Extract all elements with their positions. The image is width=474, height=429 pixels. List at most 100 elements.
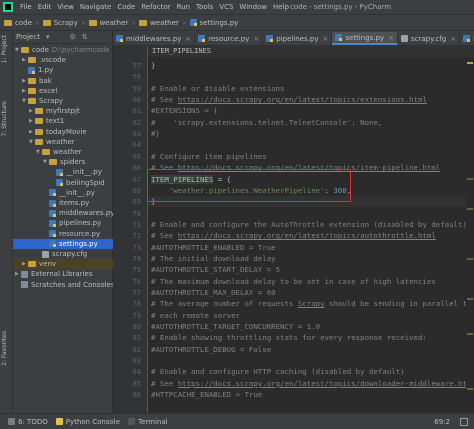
code-line[interactable]: #HTTPCACHE_ENABLED = True [151,389,262,400]
editor-tab[interactable]: scrapy.cfg × [398,32,461,45]
tool-tab-structure[interactable]: 7: Structure [1,101,8,137]
stripe-marker[interactable] [467,178,473,180]
tree-item[interactable]: resource.py [43,229,100,239]
stripe-marker[interactable] [467,62,473,64]
code-line[interactable]: #AUTOTHROTTLE_MAX_DELAY = 60 [151,287,276,298]
error-stripe[interactable] [466,58,474,413]
tree-item[interactable]: ▶ bak [22,76,52,86]
code-token: # See [151,378,178,388]
breadcrumb-item[interactable]: settings.py [186,19,238,27]
code-line[interactable]: # each remote server [151,310,240,321]
code-token: # See [151,95,178,105]
code-line[interactable]: # The maximum download delay to be set i… [151,276,436,287]
todo-tool-button[interactable]: 6: TODO [8,418,48,426]
editor-tab[interactable]: resource.py × [195,32,264,45]
breadcrumb-item[interactable]: weather › [85,19,135,27]
code-line[interactable]: # The initial download delay [151,253,276,264]
stripe-marker[interactable] [467,333,473,335]
menu-edit[interactable]: Edit [35,3,55,11]
tool-tab-favorites[interactable]: 2: Favorites [1,331,8,366]
editor-breadcrumb[interactable]: ITEM_PIPELINES [148,46,474,57]
breadcrumb-item[interactable]: Scrapy › [39,19,85,27]
code-line[interactable]: # See https://docs.scrapy.org/en/latest/… [151,378,474,389]
terminal-tool-button[interactable]: Terminal [128,418,168,426]
editor-tab[interactable]: pipelines.py × [263,32,333,45]
editor-tab[interactable]: settings.py × [332,32,398,45]
code-line[interactable]: # Enable and configure the AutoThrottle … [151,219,467,230]
code-line[interactable]: # See https://docs.scrapy.org/en/latest/… [151,230,436,241]
code-line[interactable]: #} [151,128,160,139]
tree-item[interactable]: __init__.py [50,167,102,177]
tree-item[interactable]: ▼ weather [29,137,75,147]
tree-item[interactable]: ▶ myfirstpjt [29,106,80,116]
tree-item[interactable]: pipelines.py [43,218,101,228]
code-token: # See [151,231,178,241]
tree-item[interactable]: ▼ spiders [43,157,85,167]
breadcrumb-item[interactable]: weather › [135,19,186,27]
tree-item[interactable]: ▶ todayMovie [29,127,87,137]
menu-help[interactable]: Help [270,3,292,11]
code-line[interactable]: #AUTOTHROTTLE_START_DELAY = 5 [151,264,280,275]
tree-item[interactable]: ▶ text1 [29,116,64,126]
lock-icon[interactable] [460,417,468,426]
settings-gear-icon[interactable]: ⚙ [69,33,75,41]
code-line[interactable]: } [151,60,155,71]
stripe-marker[interactable] [467,208,473,210]
menu-window[interactable]: Window [236,3,270,11]
menu-file[interactable]: File [17,3,35,11]
tree-item[interactable]: ▶ External Libraries [15,269,93,279]
breadcrumb-item[interactable]: code › [0,19,39,27]
stripe-marker[interactable] [467,388,473,390]
breadcrumb-label: weather [150,18,179,27]
code-line[interactable]: #AUTOTHROTTLE_TARGET_CONCURRENCY = 1.0 [151,321,320,332]
code-line[interactable]: # 'scrapy.extensions.telnet.TelnetConsol… [151,117,382,128]
tree-item[interactable]: ▼ Scrapy [22,96,63,106]
tree-item[interactable]: scrapy.cfg [36,249,87,259]
code-line[interactable]: # Configure item pipelines [151,151,267,162]
code-line[interactable]: # See https://docs.scrapy.org/en/latest/… [151,94,427,105]
editor-tab[interactable]: middlewares.py × [113,32,196,45]
code-line[interactable]: # Enable or disable extensions [151,83,285,94]
code-line[interactable]: #EXTENSIONS = { [151,105,218,116]
chevron-down-icon[interactable]: ▾ [46,33,50,41]
tree-item[interactable]: Scratches and Consoles [15,280,115,290]
project-view-selector[interactable]: Project [16,33,40,41]
tree-item[interactable]: beilingSpid [50,178,105,188]
stripe-marker[interactable] [467,258,473,260]
code-line[interactable]: # Enable showing throttling stats for ev… [151,332,427,343]
code-line[interactable]: #AUTOTHROTTLE_ENABLED = True [151,242,276,253]
python-console-tool-button[interactable]: Python Console [55,418,120,426]
code-editor[interactable]: 57 58 59 60 61 62 63 64 65 66 67 68 69 70 71 72 73 74 75 76… [113,46,474,413]
collapse-icon[interactable]: ⇅ [82,33,88,41]
close-icon[interactable]: × [388,34,394,42]
code-line[interactable]: # Enable and configure HTTP caching (dis… [151,366,405,377]
tree-item[interactable]: ▶ .vscode [22,55,66,65]
code-line[interactable]: #AUTOTHROTTLE_DEBUG = False [151,344,271,355]
menu-vcs[interactable]: VCS [216,3,236,11]
caret-position[interactable]: 69:2 [434,418,450,426]
editor-tab[interactable]: init× [460,32,474,45]
tree-item[interactable]: ▼ code D:\pycharmcode [15,45,110,55]
menu-tools[interactable]: Tools [193,3,216,11]
menu-view[interactable]: View [54,3,77,11]
close-icon[interactable]: × [322,35,328,43]
tree-item[interactable]: ▶ venv [13,259,121,270]
tree-item[interactable]: ▶ excel [22,86,57,96]
close-icon[interactable]: × [185,35,191,43]
tree-item[interactable]: items.py [43,198,89,208]
menu-code[interactable]: Code [114,3,138,11]
close-icon[interactable]: × [253,35,259,43]
python-file-icon [266,35,274,42]
menu-refactor[interactable]: Refactor [138,3,173,11]
tree-item[interactable]: ▼ weather [36,147,82,157]
tree-item[interactable]: 1.py [22,65,53,75]
tool-tab-project[interactable]: 1: Project [1,35,8,63]
code-line[interactable]: # The average number of requests Scrapy … [151,298,471,309]
menu-run[interactable]: Run [174,3,193,11]
menu-navigate[interactable]: Navigate [77,3,114,11]
stripe-marker[interactable] [467,298,473,300]
tree-item[interactable]: __init__.py [43,188,95,198]
close-icon[interactable]: × [450,35,456,43]
menu-items: File Edit View Navigate Code Refactor Run Tools… [17,3,292,11]
tree-item[interactable]: middlewares.py [43,208,114,218]
